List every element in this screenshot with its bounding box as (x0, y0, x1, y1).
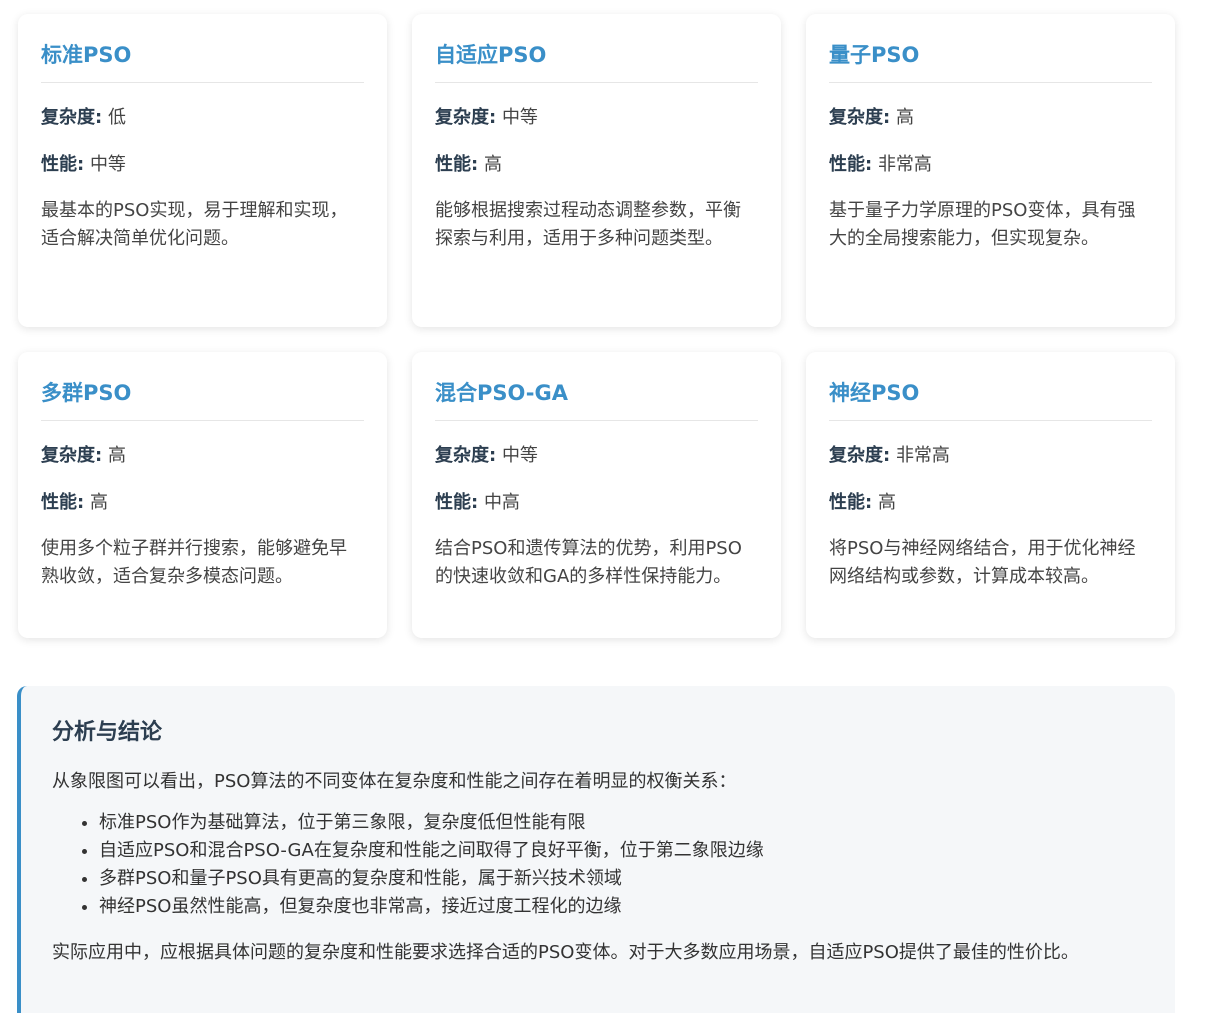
complexity-value: 高 (895, 107, 914, 128)
variant-card-multi-swarm-pso: 多群PSO 复杂度: 高 性能: 高 使用多个粒子群并行搜索，能够避免早熟收敛，… (18, 352, 387, 638)
analysis-title: 分析与结论 (52, 720, 163, 745)
variant-card-hybrid-pso-ga: 混合PSO-GA 复杂度: 中等 性能: 中高 结合PSO和遗传算法的优势，利用… (412, 352, 781, 638)
performance-row: 性能: 中高 (435, 490, 758, 515)
performance-value: 中等 (89, 154, 126, 175)
card-title: 标准PSO (41, 41, 364, 83)
complexity-label: 复杂度: (435, 107, 497, 128)
complexity-row: 复杂度: 高 (829, 105, 1152, 130)
card-description: 最基本的PSO实现，易于理解和实现，适合解决简单优化问题。 (41, 200, 348, 249)
performance-value: 高 (89, 492, 108, 513)
performance-label: 性能: (41, 154, 85, 175)
list-item: 多群PSO和量子PSO具有更高的复杂度和性能，属于新兴技术领域 (99, 865, 1145, 893)
card-title: 多群PSO (41, 379, 364, 421)
variant-card-neural-pso: 神经PSO 复杂度: 非常高 性能: 高 将PSO与神经网络结合，用于优化神经网… (806, 352, 1175, 638)
analysis-conclusion: 实际应用中，应根据具体问题的复杂度和性能要求选择合适的PSO变体。对于大多数应用… (52, 942, 1079, 963)
complexity-row: 复杂度: 中等 (435, 443, 758, 468)
analysis-points: 标准PSO作为基础算法，位于第三象限，复杂度低但性能有限 自适应PSO和混合PS… (52, 809, 1145, 921)
complexity-label: 复杂度: (41, 445, 103, 466)
card-description: 结合PSO和遗传算法的优势，利用PSO的快速收敛和GA的多样性保持能力。 (435, 538, 742, 587)
complexity-value: 中等 (501, 107, 538, 128)
performance-value: 中高 (483, 492, 520, 513)
performance-value: 高 (877, 492, 896, 513)
performance-label: 性能: (435, 154, 479, 175)
card-title: 量子PSO (829, 41, 1152, 83)
complexity-value: 高 (107, 445, 126, 466)
complexity-row: 复杂度: 中等 (435, 105, 758, 130)
card-description: 基于量子力学原理的PSO变体，具有强大的全局搜索能力，但实现复杂。 (829, 200, 1136, 249)
complexity-value: 中等 (501, 445, 538, 466)
complexity-label: 复杂度: (41, 107, 103, 128)
variant-card-adaptive-pso: 自适应PSO 复杂度: 中等 性能: 高 能够根据搜索过程动态调整参数，平衡探索… (412, 14, 781, 327)
complexity-label: 复杂度: (829, 107, 891, 128)
complexity-label: 复杂度: (435, 445, 497, 466)
card-description: 将PSO与神经网络结合，用于优化神经网络结构或参数，计算成本较高。 (829, 538, 1136, 587)
variant-card-grid: 标准PSO 复杂度: 低 性能: 中等 最基本的PSO实现，易于理解和实现，适合… (18, 14, 1175, 638)
complexity-row: 复杂度: 高 (41, 443, 364, 468)
page: 标准PSO 复杂度: 低 性能: 中等 最基本的PSO实现，易于理解和实现，适合… (0, 0, 1206, 1013)
variant-card-quantum-pso: 量子PSO 复杂度: 高 性能: 非常高 基于量子力学原理的PSO变体，具有强大… (806, 14, 1175, 327)
performance-row: 性能: 高 (829, 490, 1152, 515)
complexity-value: 低 (107, 107, 126, 128)
card-title: 神经PSO (829, 379, 1152, 421)
list-item: 神经PSO虽然性能高，但复杂度也非常高，接近过度工程化的边缘 (99, 893, 1145, 921)
performance-row: 性能: 中等 (41, 152, 364, 177)
performance-label: 性能: (829, 154, 873, 175)
complexity-row: 复杂度: 低 (41, 105, 364, 130)
complexity-row: 复杂度: 非常高 (829, 443, 1152, 468)
performance-label: 性能: (829, 492, 873, 513)
analysis-intro: 从象限图可以看出，PSO算法的不同变体在复杂度和性能之间存在着明显的权衡关系： (52, 771, 737, 792)
complexity-label: 复杂度: (829, 445, 891, 466)
performance-value: 非常高 (877, 154, 932, 175)
list-item: 标准PSO作为基础算法，位于第三象限，复杂度低但性能有限 (99, 809, 1145, 837)
list-item: 自适应PSO和混合PSO-GA在复杂度和性能之间取得了良好平衡，位于第二象限边缘 (99, 837, 1145, 865)
card-description: 使用多个粒子群并行搜索，能够避免早熟收敛，适合复杂多模态问题。 (41, 538, 347, 587)
analysis-section: 分析与结论 从象限图可以看出，PSO算法的不同变体在复杂度和性能之间存在着明显的… (17, 686, 1175, 1013)
performance-row: 性能: 非常高 (829, 152, 1152, 177)
performance-row: 性能: 高 (41, 490, 364, 515)
performance-label: 性能: (435, 492, 479, 513)
complexity-value: 非常高 (895, 445, 950, 466)
performance-label: 性能: (41, 492, 85, 513)
card-title: 自适应PSO (435, 41, 758, 83)
card-title: 混合PSO-GA (435, 379, 758, 421)
card-description: 能够根据搜索过程动态调整参数，平衡探索与利用，适用于多种问题类型。 (435, 200, 741, 249)
performance-value: 高 (483, 154, 502, 175)
variant-card-standard-pso: 标准PSO 复杂度: 低 性能: 中等 最基本的PSO实现，易于理解和实现，适合… (18, 14, 387, 327)
performance-row: 性能: 高 (435, 152, 758, 177)
